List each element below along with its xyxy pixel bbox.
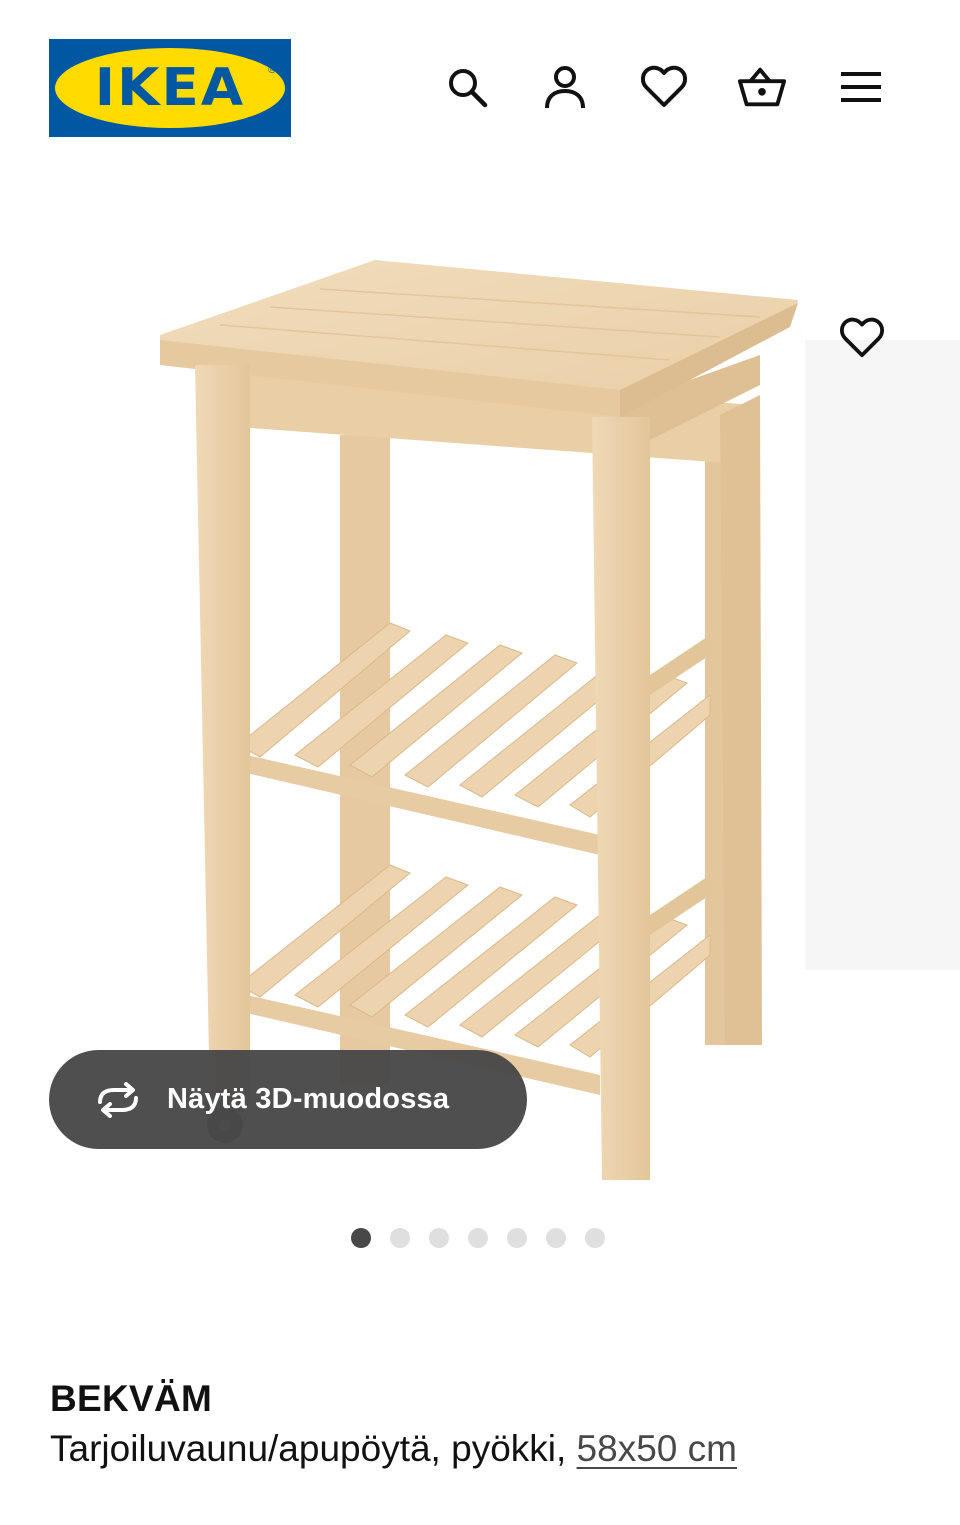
pagination-dot-1[interactable] — [351, 1228, 371, 1248]
user-icon — [545, 66, 585, 109]
basket-button[interactable] — [737, 62, 787, 112]
account-button[interactable] — [540, 62, 590, 112]
logo-text: IKEA — [94, 58, 246, 118]
product-image — [160, 260, 798, 1180]
favourites-button[interactable] — [639, 62, 689, 112]
view-3d-label: Näytä 3D-muodossa — [167, 1083, 450, 1115]
basket-icon — [737, 67, 787, 107]
add-to-favourites-button[interactable] — [836, 312, 888, 364]
product-size-link[interactable]: 58x50 cm — [577, 1428, 737, 1469]
pagination-dot-6[interactable] — [546, 1228, 566, 1248]
product-description-line: Tarjoiluvaunu/apupöytä, pyökki, 58x50 cm — [50, 1428, 737, 1470]
pagination-dot-2[interactable] — [390, 1228, 410, 1248]
product-name: BEKVÄM — [50, 1378, 213, 1419]
rotate-3d-icon — [91, 1080, 145, 1120]
pagination-dot-3[interactable] — [429, 1228, 449, 1248]
ikea-logo[interactable]: IKEA ® — [49, 39, 291, 137]
logo-registered-mark: ® — [267, 65, 277, 76]
product-description: Tarjoiluvaunu/apupöytä, pyökki, — [50, 1428, 567, 1469]
menu-icon — [841, 72, 881, 102]
product-image-gallery[interactable]: Näytä 3D-muodossa — [0, 160, 960, 1220]
pagination-dot-5[interactable] — [507, 1228, 527, 1248]
heart-icon — [640, 65, 688, 107]
search-button[interactable] — [442, 62, 492, 112]
menu-button[interactable] — [836, 62, 886, 112]
heart-icon — [839, 317, 885, 358]
view-3d-button[interactable]: Näytä 3D-muodossa — [49, 1050, 527, 1149]
header: IKEA ® — [0, 0, 960, 160]
search-icon — [449, 69, 488, 108]
image-pagination — [351, 1228, 624, 1248]
pagination-dot-7[interactable] — [585, 1228, 605, 1248]
pagination-dot-4[interactable] — [468, 1228, 488, 1248]
background-panel — [805, 340, 960, 970]
